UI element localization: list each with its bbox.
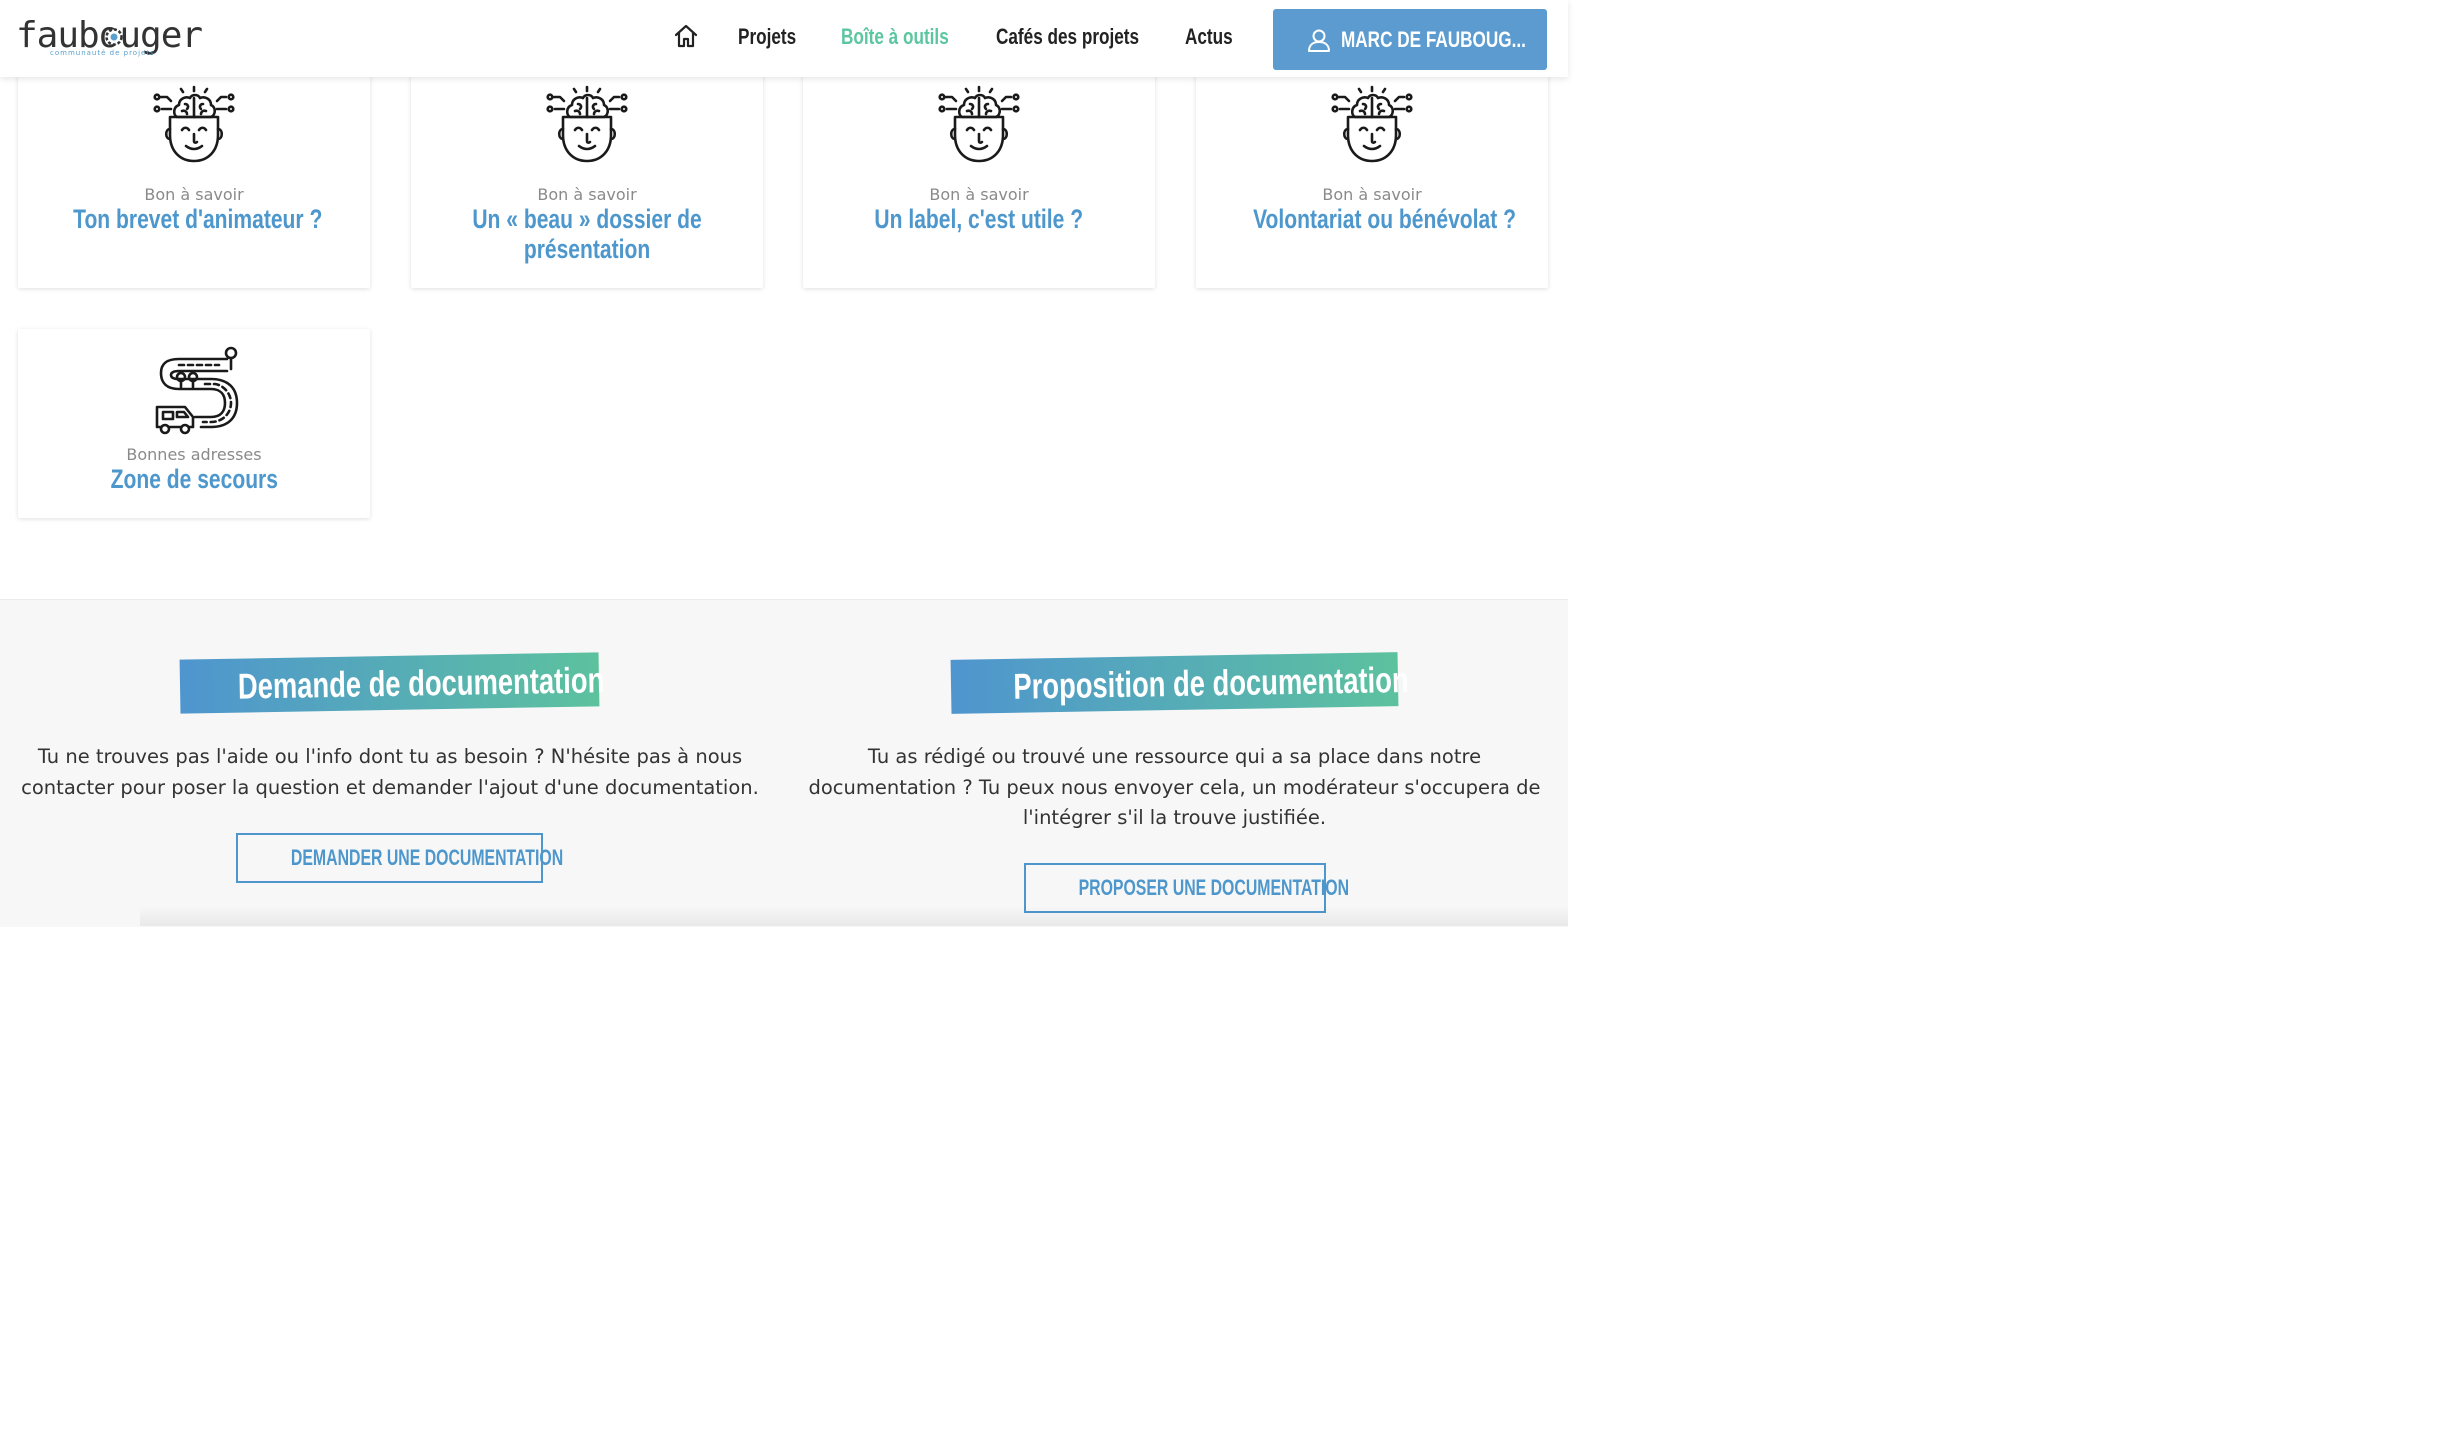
proposal-description-line: documentation ? Tu peux nous envoyer cel…: [808, 775, 1541, 799]
nav-actus[interactable]: Actus: [1185, 22, 1233, 52]
user-icon: [1308, 29, 1330, 52]
proposal-heading: Proposition de documentation: [1013, 658, 1409, 707]
card-category: Bonnes adresses: [126, 445, 262, 464]
card-un-label[interactable]: Bon à savoir Un label, c'est utile ?: [803, 56, 1155, 288]
proposal-button-label: PROPOSER UNE DOCUMENTATION: [1078, 875, 1350, 900]
gear-icon: [105, 28, 123, 46]
request-description: Tu ne trouves pas l'aide ou l'info dont …: [16, 742, 764, 803]
request-heading: Demande de documentation: [237, 659, 605, 707]
brain-head-icon: [149, 83, 239, 173]
card-ton-brevet-animateur[interactable]: Bon à savoir Ton brevet d'animateur ?: [18, 56, 370, 288]
logo-tagline: communauté de projets: [50, 49, 155, 57]
card-title-line: présentation: [523, 234, 651, 264]
card-title-line: Un label, c'est utile ?: [874, 204, 1084, 234]
request-button-label: DEMANDER UNE DOCUMENTATION: [290, 845, 564, 870]
home-icon[interactable]: [672, 22, 700, 50]
request-heading-ribbon: Demande de documentation: [179, 652, 605, 714]
card-title-line: Volontariat ou bénévolat ?: [1253, 204, 1516, 234]
card-zone-de-secours[interactable]: Bonnes adresses Zone de secours: [18, 329, 370, 518]
proposal-heading-ribbon: Proposition de documentation: [950, 652, 1409, 714]
brain-head-icon: [542, 83, 632, 173]
card-category: Bon à savoir: [537, 185, 637, 204]
request-description-line: Tu ne trouves pas l'aide ou l'info dont …: [37, 745, 743, 768]
card-title: Ton brevet d'animateur ?: [38, 204, 350, 234]
card-category: Bon à savoir: [144, 185, 244, 204]
card-title: Un « beau » dossier de présentation: [431, 204, 743, 264]
card-category: Bon à savoir: [1322, 185, 1422, 204]
site-logo[interactable]: faubouger communauté de projets: [16, 14, 203, 62]
user-account-button[interactable]: MARC DE FAUBOUG...: [1273, 9, 1547, 70]
nav-projets[interactable]: Projets: [738, 22, 796, 52]
proposal-description-line: l'intégrer s'il la trouve justifiée.: [1022, 806, 1327, 829]
proposal-description: Tu as rédigé ou trouvé une ressource qui…: [804, 742, 1545, 834]
footer-shadow: [140, 906, 1568, 926]
card-title: Volontariat ou bénévolat ?: [1216, 204, 1528, 234]
card-title-line: Un « beau » dossier de: [472, 204, 702, 234]
brain-head-icon: [934, 83, 1024, 173]
request-description-line: contacter pour poser la question et dema…: [21, 775, 759, 799]
user-button-label: MARC DE FAUBOUG...: [1341, 27, 1526, 52]
card-title: Zone de secours: [38, 464, 350, 494]
card-category: Bon à savoir: [929, 185, 1029, 204]
card-beau-dossier[interactable]: Bon à savoir Un « beau » dossier de prés…: [411, 56, 763, 288]
road-map-icon: [155, 346, 239, 435]
nav-cafes-des-projets[interactable]: Cafés des projets: [996, 22, 1139, 52]
nav-boite-a-outils[interactable]: Boîte à outils: [841, 22, 949, 52]
top-header: faubouger communauté de projets Projets …: [0, 0, 1568, 77]
card-volontariat[interactable]: Bon à savoir Volontariat ou bénévolat ?: [1196, 56, 1548, 288]
card-title: Un label, c'est utile ?: [823, 204, 1135, 234]
request-documentation-button[interactable]: DEMANDER UNE DOCUMENTATION: [236, 833, 564, 883]
brain-head-icon: [1327, 83, 1417, 173]
card-title-line: Zone de secours: [110, 464, 278, 494]
card-title-line: Ton brevet d'animateur ?: [73, 204, 323, 234]
proposal-description-line: Tu as rédigé ou trouvé une ressource qui…: [867, 745, 1482, 768]
